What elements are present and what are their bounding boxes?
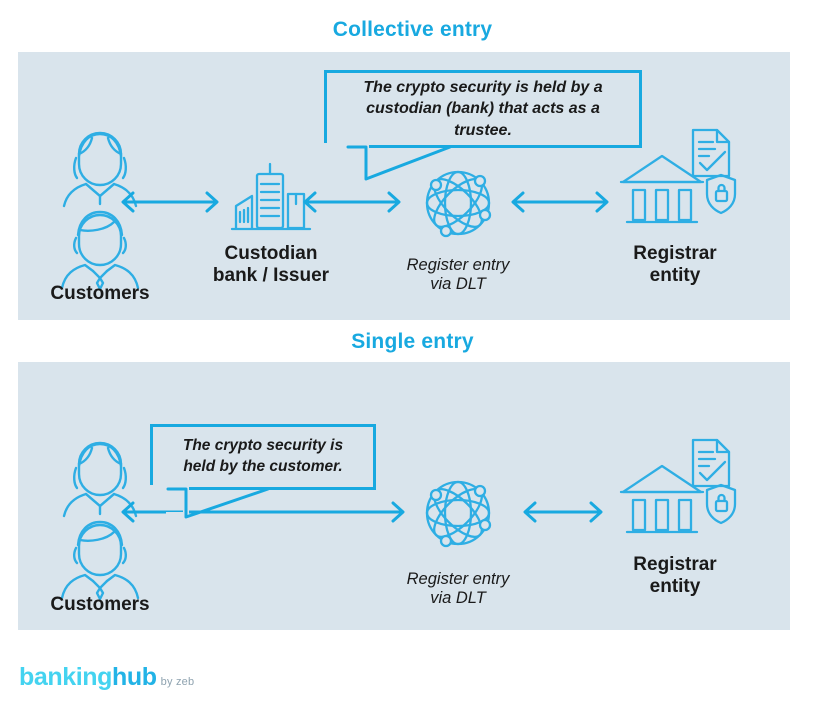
node-label-customers-collective: Customers: [50, 283, 150, 304]
double-arrow-icon: [121, 191, 219, 213]
connector-customers-custodian: [118, 190, 222, 214]
connector-dlt-registrar-single: [520, 500, 606, 524]
node-label-customers-single: Customers: [50, 594, 150, 615]
two-persons-icon: [60, 131, 140, 291]
section-title-single: Single entry: [351, 330, 474, 353]
node-registrar-single: [615, 428, 737, 534]
node-label-registrar-collective: Registrar entity: [633, 243, 717, 287]
node-label-registrar-single: Registrar entity: [633, 554, 717, 598]
diagram-canvas: Collective entry Customers Custodian ban…: [0, 0, 825, 711]
section-title-collective: Collective entry: [332, 18, 493, 41]
callout-single-entry: The crypto security is held by the custo…: [150, 424, 376, 490]
connector-dlt-registrar: [508, 190, 612, 214]
node-label-dlt-collective: Register entry via DLT: [406, 256, 510, 294]
node-label-dlt-single: Register entry via DLT: [406, 570, 510, 608]
node-dlt-single: [418, 473, 498, 553]
double-arrow-icon: [303, 191, 401, 213]
logo-text-banking: banking: [19, 663, 113, 691]
double-arrow-icon: [511, 191, 609, 213]
double-arrow-icon: [523, 501, 603, 523]
callout-tail-collective: [324, 143, 452, 181]
bank-building-icon: [619, 438, 737, 534]
two-persons-icon: [60, 441, 140, 601]
node-label-custodian-bank: Custodian bank / Issuer: [212, 243, 330, 287]
node-customers-single: [46, 428, 154, 601]
bankinghub-logo: banking hub by zeb: [19, 663, 194, 692]
node-customers-collective: [46, 118, 154, 291]
logo-text-byzeb: by zeb: [160, 676, 195, 688]
callout-collective-entry: The crypto security is held by a custodi…: [324, 70, 642, 148]
callout-tail-single: [150, 485, 270, 519]
connector-custodian-dlt: [300, 190, 404, 214]
logo-text-hub: hub: [112, 663, 157, 691]
globe-network-icon: [425, 480, 492, 548]
